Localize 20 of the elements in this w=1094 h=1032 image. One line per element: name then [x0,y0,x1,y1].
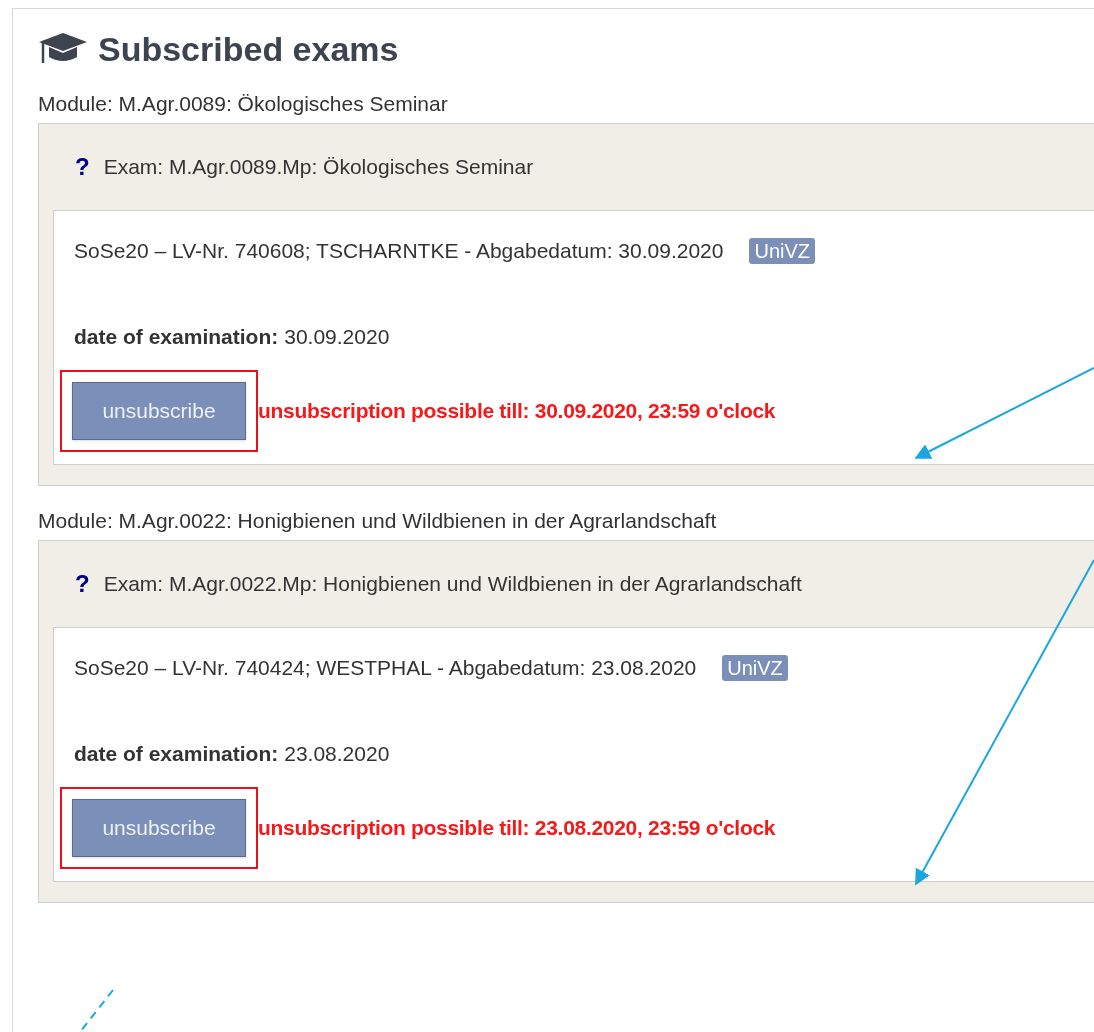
exam-title: Exam: M.Agr.0022.Mp: Honigbienen und Wildbienen in der Agrarlandschaft [103,571,802,598]
course-info: SoSe20 – LV-Nr. 740424; WESTPHAL - Abgabedatum: 23.08.2020 [74,655,697,681]
exam-date-label: date of examination: [74,323,279,350]
unsubscribe-button[interactable]: unsubscribe [72,382,246,440]
module-label: Module: M.Agr.0022: Honigbienen und Wildbienen in der Agrarlandschaft [38,508,718,534]
unsubscribe-button[interactable]: unsubscribe [72,799,246,857]
exam-title: Exam: M.Agr.0089.Mp: Ökologisches Seminar [103,154,534,181]
exam-date-value: 30.09.2020 [284,323,390,350]
univz-badge: UniVZ [722,654,788,681]
deadline-notice: unsubscription possible till: 23.08.2020, 23:59 o'clock [258,815,776,842]
dashed-annotation-line [79,989,114,1032]
deadline-notice: unsubscription possible till: 30.09.2020, 23:59 o'clock [258,398,776,425]
exam-date-value: 23.08.2020 [284,740,390,767]
page-title: Subscribed exams [98,29,399,70]
course-info: SoSe20 – LV-Nr. 740608; TSCHARNTKE - Abgabedatum: 30.09.2020 [74,238,724,264]
help-icon: ? [75,155,90,179]
exam-date-label: date of examination: [74,740,279,767]
univz-badge: UniVZ [749,237,816,264]
help-icon: ? [75,572,90,596]
module-label: Module: M.Agr.0089: Ökologisches Seminar [38,91,449,117]
